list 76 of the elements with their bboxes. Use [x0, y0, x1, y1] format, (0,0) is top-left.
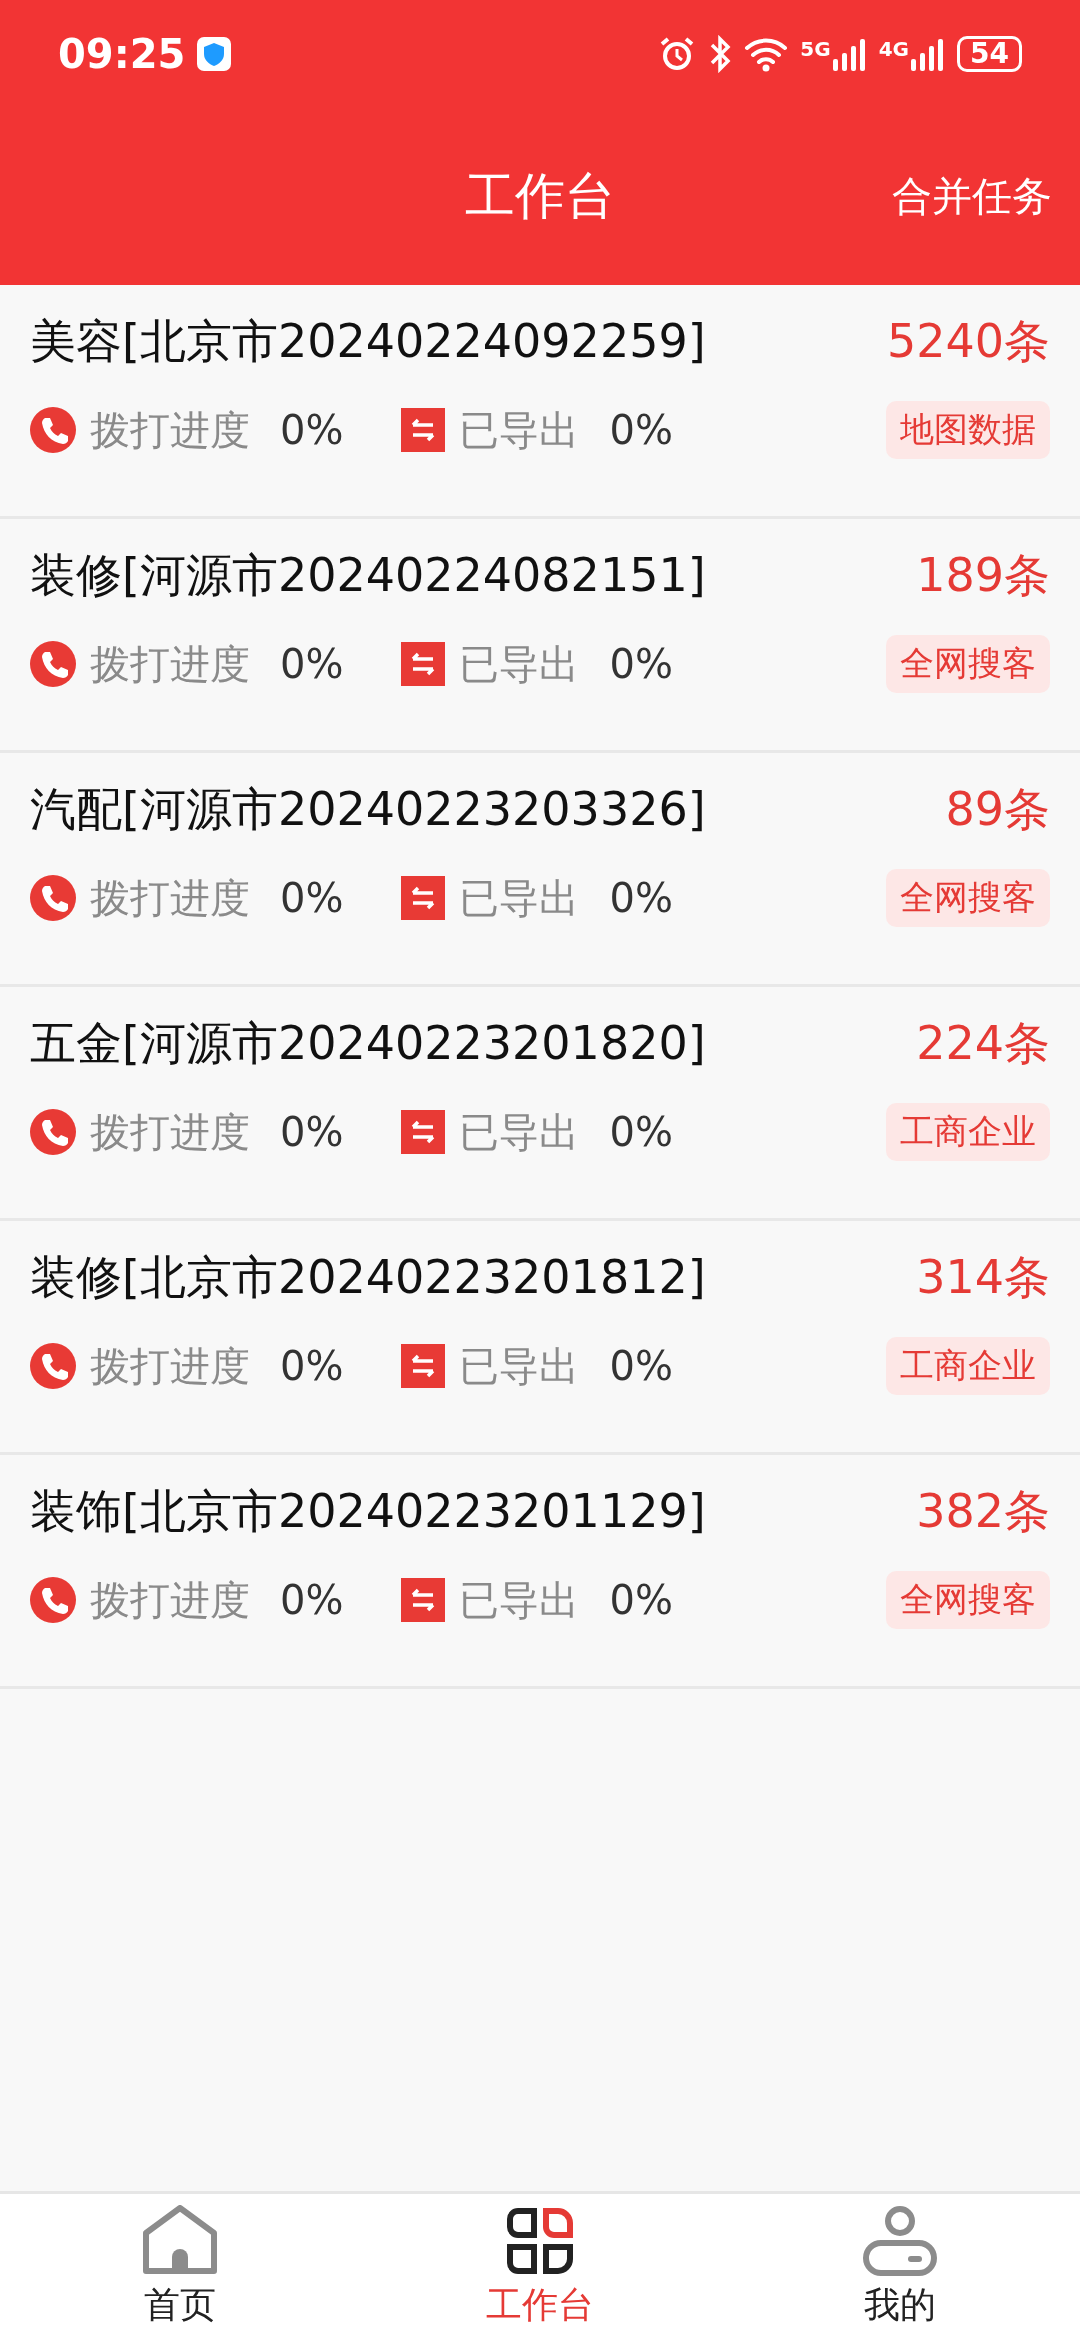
status-time: 09:25 — [58, 31, 186, 77]
record-count: 89条 — [945, 781, 1050, 838]
exported-value: 0% — [609, 1577, 673, 1623]
exported-value: 0% — [609, 1109, 673, 1155]
phone-icon — [30, 641, 76, 687]
task-title: 五金[河源市20240223201820] — [30, 1015, 707, 1072]
source-tag: 全网搜客 — [886, 635, 1050, 693]
shield-icon — [197, 37, 232, 71]
task-card[interactable]: 汽配[河源市20240223203326] 89条 拨打进度 0% 已导出 0% 全网搜客 — [0, 753, 1080, 987]
record-count: 5240条 — [886, 313, 1050, 370]
phone-icon — [30, 407, 76, 453]
call-progress-label: 拨打进度 — [90, 639, 250, 689]
exported-value: 0% — [609, 407, 673, 453]
nav-tab[interactable]: 我的 — [720, 2194, 1080, 2340]
record-count: 189条 — [916, 547, 1050, 604]
phone-icon — [30, 1577, 76, 1623]
task-card[interactable]: 装修[北京市20240223201812] 314条 拨打进度 0% 已导出 0% 工商企业 — [0, 1221, 1080, 1455]
call-progress-label: 拨打进度 — [90, 1341, 250, 1391]
call-progress-label: 拨打进度 — [90, 405, 250, 455]
exported-value: 0% — [609, 875, 673, 921]
exported-value: 0% — [609, 641, 673, 687]
exported-value: 0% — [609, 1343, 673, 1389]
exported-label: 已导出 — [459, 405, 580, 455]
network-label: 4G — [878, 37, 910, 61]
call-progress-label: 拨打进度 — [90, 873, 250, 923]
call-progress-label: 拨打进度 — [90, 1575, 250, 1625]
wifi-icon — [744, 36, 789, 72]
call-progress-value: 0% — [280, 407, 344, 453]
task-title: 装修[北京市20240223201812] — [30, 1249, 707, 1306]
network-label: 5G — [800, 37, 831, 61]
task-title: 装饰[北京市20240223201129] — [30, 1483, 707, 1540]
bluetooth-icon — [708, 35, 733, 73]
task-card[interactable]: 装修[河源市20240224082151] 189条 拨打进度 0% 已导出 0% 全网搜客 — [0, 519, 1080, 753]
call-progress-value: 0% — [280, 1109, 344, 1155]
call-progress-value: 0% — [280, 1577, 344, 1623]
task-title: 汽配[河源市20240223203326] — [30, 781, 707, 838]
phone-icon — [30, 1109, 76, 1155]
page-title: 工作台 — [465, 166, 615, 227]
source-tag: 工商企业 — [886, 1337, 1050, 1395]
record-count: 314条 — [916, 1249, 1050, 1306]
swap-icon — [401, 642, 446, 686]
source-tag: 工商企业 — [886, 1103, 1050, 1161]
record-count: 224条 — [916, 1015, 1050, 1072]
swap-icon — [401, 1344, 446, 1388]
swap-icon — [401, 1110, 446, 1154]
task-card[interactable]: 装饰[北京市20240223201129] 382条 拨打进度 0% 已导出 0% 全网搜客 — [0, 1455, 1080, 1689]
exported-label: 已导出 — [459, 1107, 580, 1157]
merge-tasks-link[interactable]: 合并任务 — [892, 169, 1052, 224]
battery-level: 54 — [957, 36, 1022, 72]
task-title: 美容[北京市20240224092259] — [30, 313, 707, 370]
task-card[interactable]: 美容[北京市20240224092259] 5240条 拨打进度 0% 已导出 0% 地图数据 — [0, 285, 1080, 519]
nav-tab[interactable]: 首页 — [0, 2194, 360, 2340]
task-title: 装修[河源市20240224082151] — [30, 547, 707, 604]
task-card[interactable]: 五金[河源市20240223201820] 224条 拨打进度 0% 已导出 0% 工商企业 — [0, 987, 1080, 1221]
exported-label: 已导出 — [459, 1575, 580, 1625]
person-icon — [862, 2204, 938, 2277]
call-progress-value: 0% — [280, 875, 344, 921]
call-progress-value: 0% — [280, 1343, 344, 1389]
source-tag: 地图数据 — [886, 401, 1050, 459]
record-count: 382条 — [916, 1483, 1050, 1540]
phone-icon — [30, 875, 76, 921]
call-progress-value: 0% — [280, 641, 344, 687]
signal-icon — [911, 37, 946, 71]
exported-label: 已导出 — [459, 873, 580, 923]
source-tag: 全网搜客 — [886, 1571, 1050, 1629]
phone-icon — [30, 1343, 76, 1389]
swap-icon — [401, 1578, 446, 1622]
swap-icon — [401, 876, 446, 920]
nav-tab[interactable]: 工作台 — [360, 2194, 720, 2340]
call-progress-label: 拨打进度 — [90, 1107, 250, 1157]
signal-icon — [832, 37, 867, 71]
exported-label: 已导出 — [459, 639, 580, 689]
home-icon — [142, 2204, 218, 2277]
exported-label: 已导出 — [459, 1341, 580, 1391]
source-tag: 全网搜客 — [886, 869, 1050, 927]
swap-icon — [401, 408, 446, 452]
